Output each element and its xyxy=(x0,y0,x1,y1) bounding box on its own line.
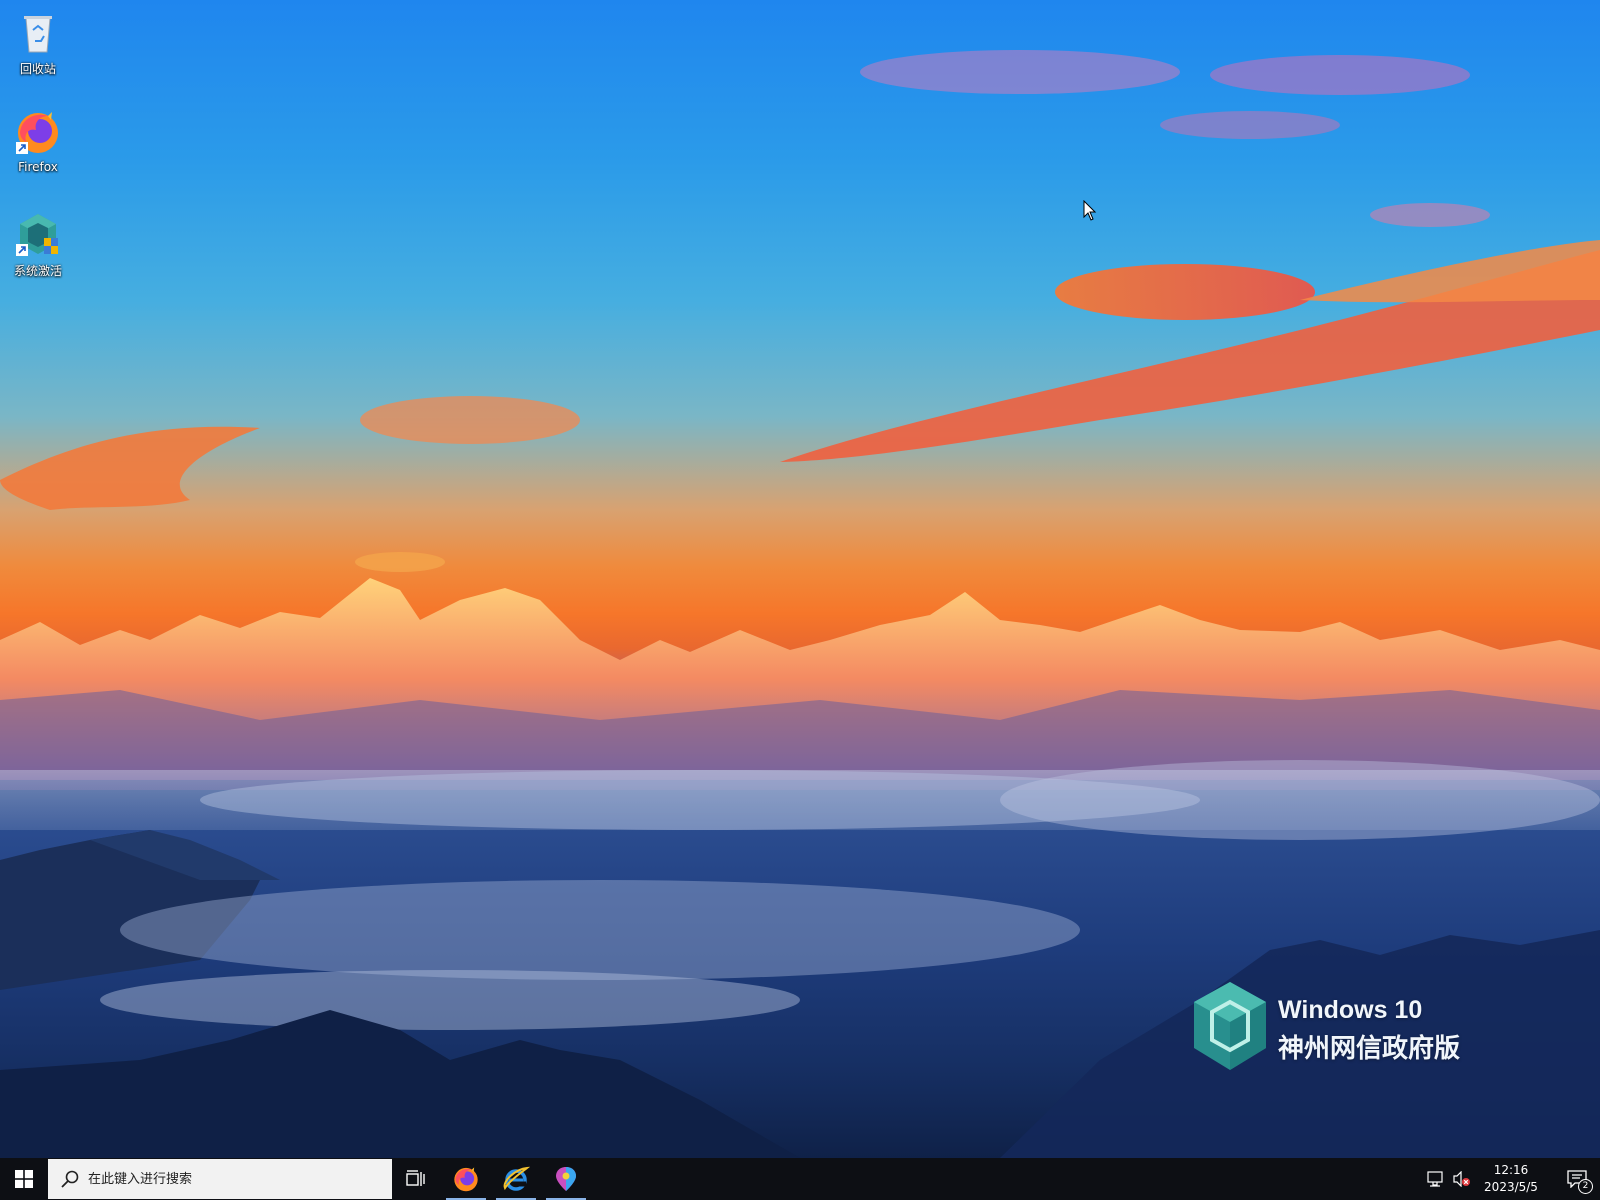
task-view-button[interactable] xyxy=(392,1158,440,1200)
search-box[interactable] xyxy=(48,1159,392,1199)
internet-explorer-icon xyxy=(503,1166,530,1191)
action-center-button[interactable]: 2 xyxy=(1554,1158,1600,1200)
taskbar: 12:16 2023/5/5 2 xyxy=(0,1158,1600,1200)
recycle-bin-icon xyxy=(24,16,52,53)
volume-tray-button[interactable] xyxy=(1450,1158,1474,1200)
search-input[interactable] xyxy=(88,1164,378,1194)
desktop-icon-recycle-bin[interactable]: 回收站 xyxy=(4,8,72,77)
desktop-icon-firefox[interactable]: Firefox xyxy=(4,108,72,174)
maps-icon xyxy=(556,1167,576,1191)
firefox-icon xyxy=(454,1167,478,1192)
network-icon xyxy=(1427,1171,1443,1187)
os-edition-watermark: Windows 10 神州网信政府版 xyxy=(1190,978,1470,1074)
watermark-edition: 神州网信政府版 xyxy=(1278,1034,1461,1064)
desktop-icon-label: Firefox xyxy=(18,160,58,174)
taskbar-clock[interactable]: 12:16 2023/5/5 xyxy=(1478,1158,1544,1200)
search-icon xyxy=(61,1170,79,1188)
firefox-icon xyxy=(16,112,58,154)
task-view-icon xyxy=(406,1170,425,1186)
taskbar-app-internet-explorer[interactable] xyxy=(492,1158,540,1200)
taskbar-app-maps[interactable] xyxy=(542,1158,590,1200)
windows-logo-icon xyxy=(15,1170,33,1188)
system-activation-icon xyxy=(16,214,58,256)
mouse-cursor-icon xyxy=(1083,200,1097,221)
desktop-icon-system-activation[interactable]: 系统激活 xyxy=(4,210,72,279)
clock-date: 2023/5/5 xyxy=(1484,1180,1538,1194)
watermark-os-name: Windows 10 xyxy=(1278,996,1423,1024)
desktop-icon-label: 系统激活 xyxy=(13,264,62,278)
shenzhou-logo-icon xyxy=(1194,982,1266,1070)
desktop-icon-label: 回收站 xyxy=(19,62,56,76)
network-tray-button[interactable] xyxy=(1424,1158,1448,1200)
clock-time: 12:16 xyxy=(1493,1163,1529,1177)
desktop[interactable]: 回收站 Firefox 系统激活 Windows 10 神州网信政府版 xyxy=(0,0,1600,1158)
taskbar-app-firefox[interactable] xyxy=(442,1158,490,1200)
volume-muted-icon xyxy=(1453,1171,1470,1187)
start-button[interactable] xyxy=(0,1158,48,1200)
notification-count-badge: 2 xyxy=(1578,1179,1593,1194)
